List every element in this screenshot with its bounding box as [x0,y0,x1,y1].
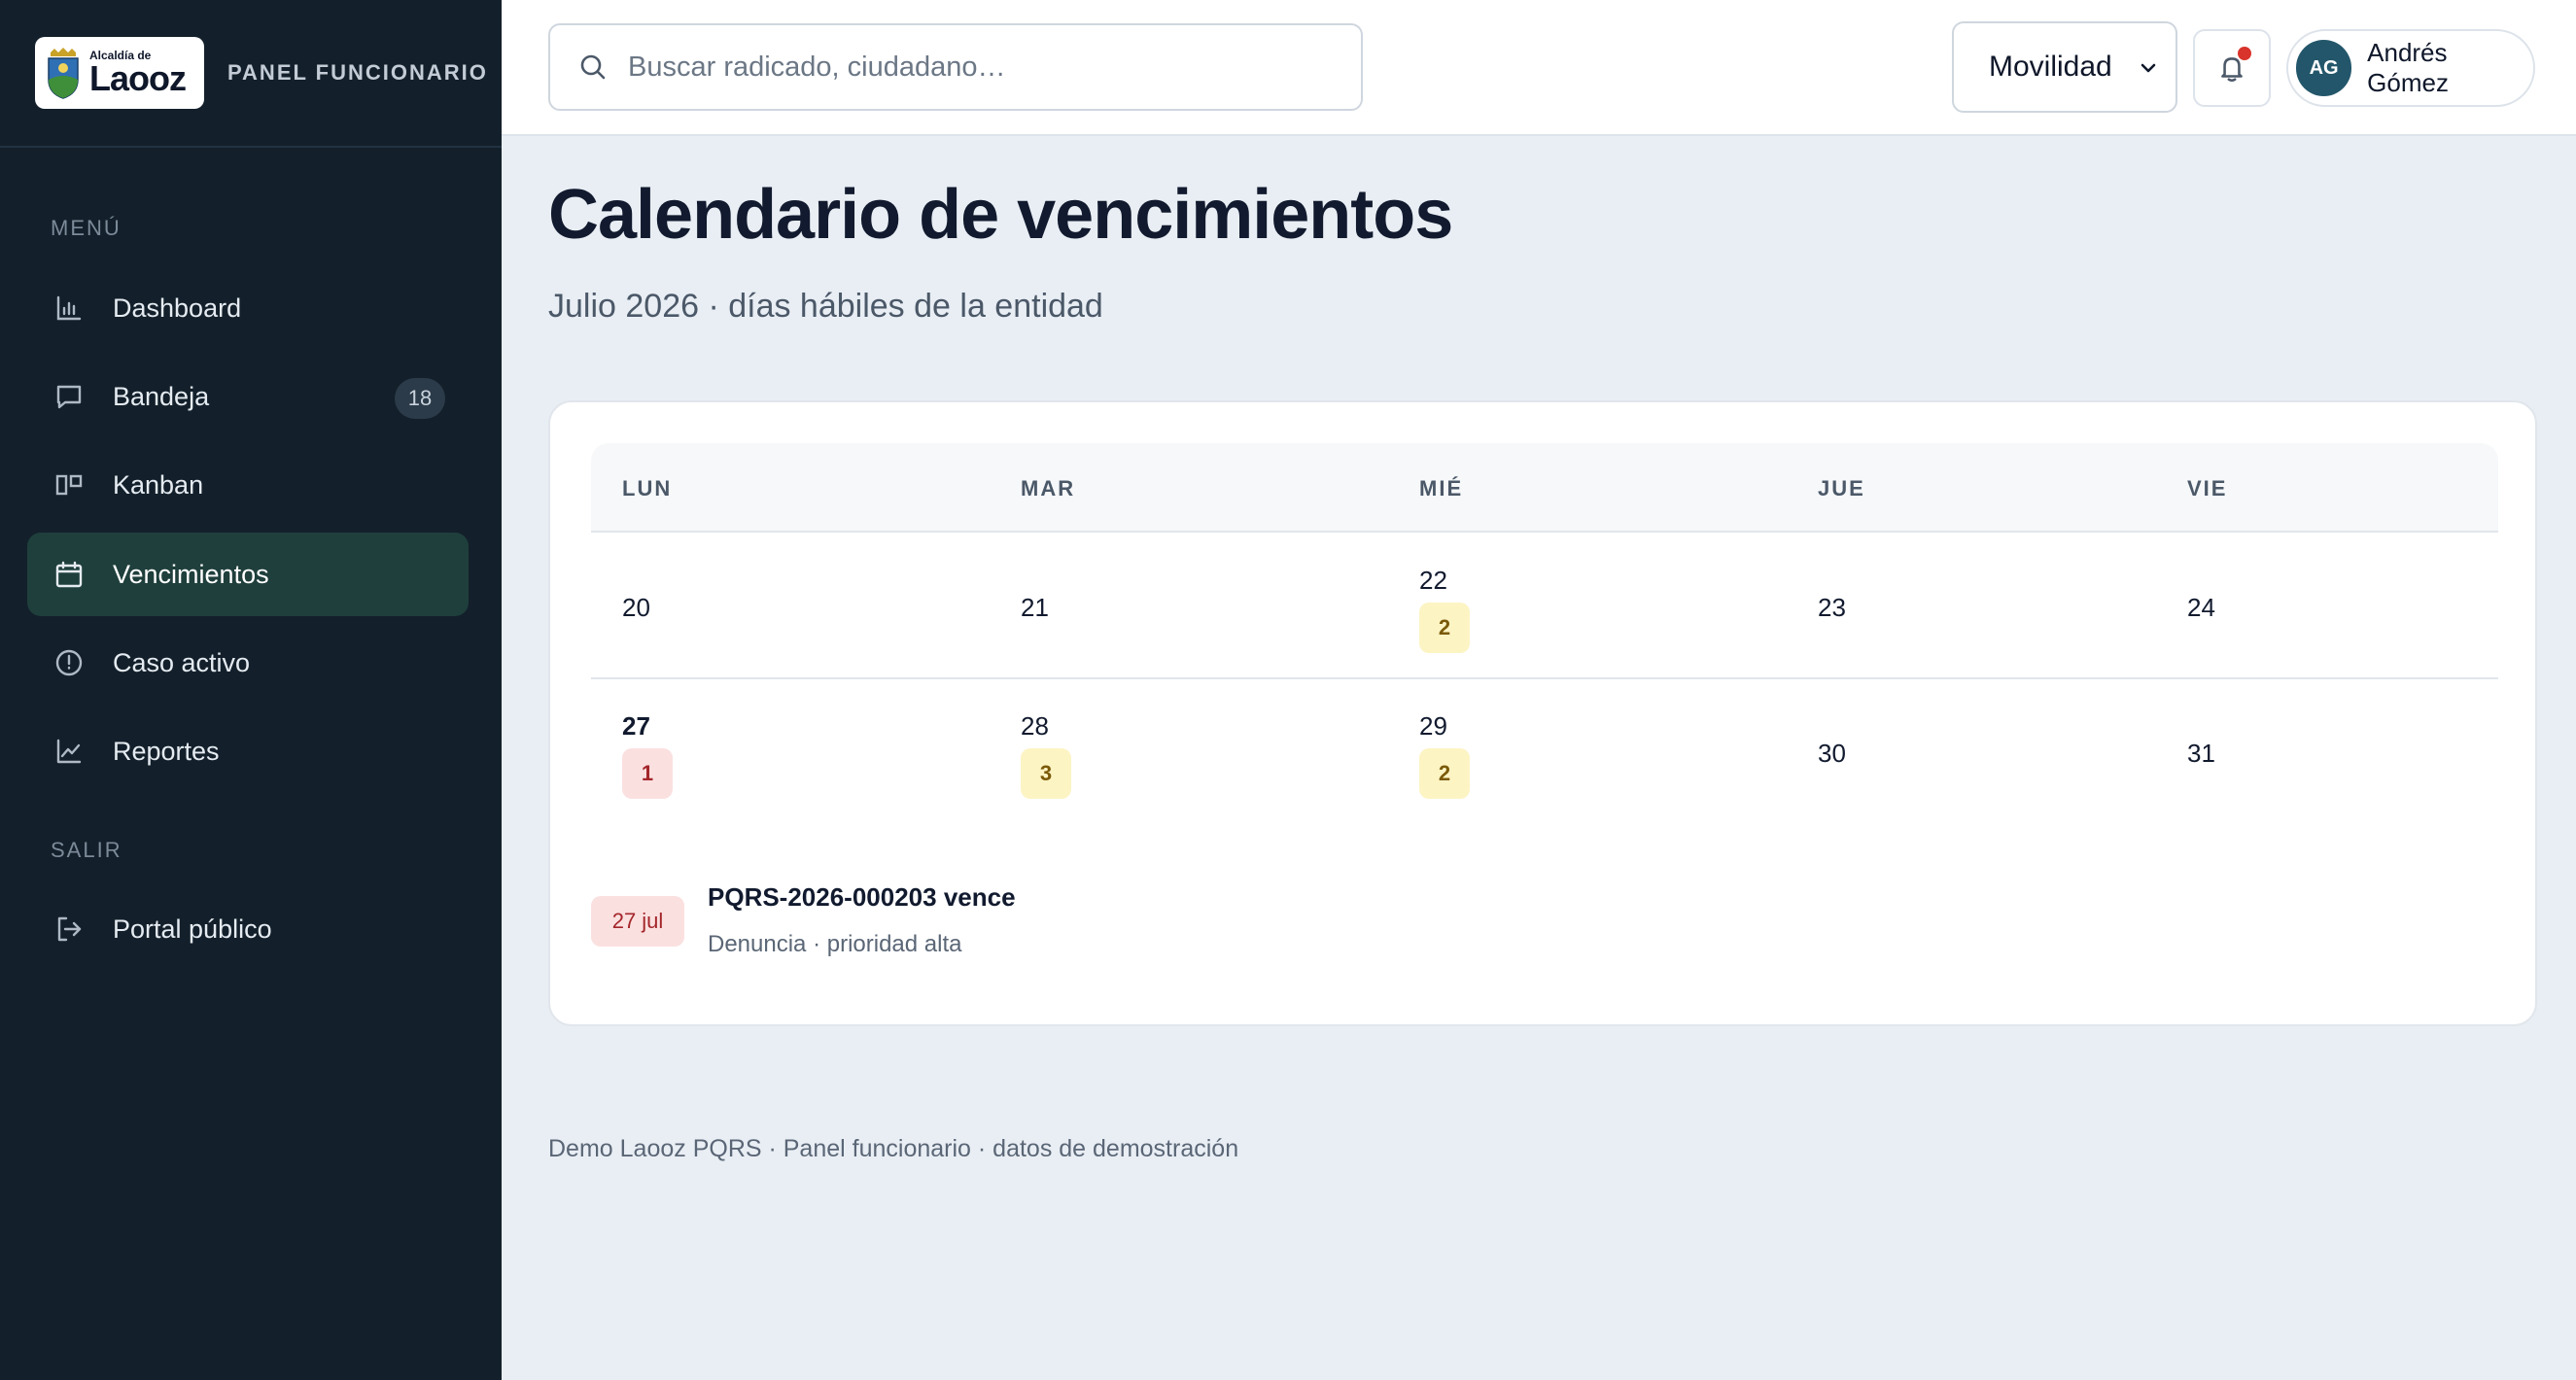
sidebar-item-label: Kanban [113,469,204,500]
avatar: AG [2296,40,2352,96]
day-of-week-header: JUE [1818,476,1865,500]
day-of-week-header: MIÉ [1419,476,1464,500]
sidebar-item-label: Reportes [113,736,220,766]
page-subtitle: Julio 2026 · días hábiles de la entidad [548,288,1103,325]
search-input[interactable] [628,51,1328,84]
bar-chart-icon [52,292,86,325]
user-name: Andrés Gómez [2367,38,2449,97]
inbox-icon [52,380,86,413]
event-subtitle: Denuncia · prioridad alta [708,931,962,957]
crest-icon [48,48,79,99]
sidebar: Alcaldía de Laooz PANEL FUNCIONARIO MENÚ… [0,0,502,1380]
calendar-day[interactable]: 31 [2187,739,2215,769]
calendar-day[interactable]: 21 [1021,593,1049,623]
day-of-week-header: MAR [1021,476,1076,500]
kanban-icon [52,468,86,501]
calendar-day[interactable]: 29 [1419,711,1447,742]
footer-text: Demo Laooz PQRS · Panel funcionario · da… [548,1135,1239,1162]
sidebar-item-label: Caso activo [113,647,251,677]
brand-header: Alcaldía de Laooz PANEL FUNCIONARIO [0,0,502,148]
sidebar-item-reportes[interactable]: Reportes [27,709,469,793]
calendar-day[interactable]: 23 [1818,593,1846,623]
top-bar: Movilidad AG Andrés Gómez [502,0,2576,136]
sidebar-item-vencimientos[interactable]: Vencimientos [27,533,469,616]
notification-dot [2238,47,2251,60]
menu-section-title: MENÚ [51,216,122,240]
calendar-card: LUN MAR MIÉ JUE VIE 20 21 22 2 23 24 27 … [548,400,2537,1026]
sidebar-item-dashboard[interactable]: Dashboard [27,266,469,350]
sidebar-item-label: Portal público [113,914,272,944]
calendar-day[interactable]: 20 [622,593,650,623]
clock-icon [52,646,86,679]
page-title: Calendario de vencimientos [548,176,1453,254]
event-title[interactable]: PQRS-2026-000203 vence [708,882,1016,913]
calendar-day[interactable]: 28 [1021,711,1049,742]
calendar-header: LUN MAR MIÉ JUE VIE [591,443,2498,533]
dependency-select[interactable]: Movilidad [1952,21,2177,113]
week-divider [591,677,2498,679]
calendar-day[interactable]: 22 [1419,566,1447,596]
due-count-chip[interactable]: 2 [1419,603,1470,653]
line-chart-icon [52,735,86,768]
sidebar-item-label: Bandeja [113,381,210,411]
sidebar-item-portal-publico[interactable]: Portal público [27,887,469,971]
panel-label: PANEL FUNCIONARIO [227,60,488,85]
sidebar-item-label: Vencimientos [113,559,269,589]
search-icon [580,54,606,80]
due-count-chip[interactable]: 2 [1419,748,1470,799]
day-of-week-header: VIE [2187,476,2228,500]
calendar-day[interactable]: 30 [1818,739,1846,769]
due-count-chip[interactable]: 3 [1021,748,1071,799]
logo[interactable]: Alcaldía de Laooz [35,37,204,109]
sidebar-item-kanban[interactable]: Kanban [27,443,469,527]
sidebar-item-bandeja[interactable]: Bandeja 18 [27,355,469,438]
sidebar-item-caso-activo[interactable]: Caso activo [27,621,469,705]
chevron-down-icon [2141,63,2156,73]
notifications-button[interactable] [2193,29,2271,107]
logout-icon [52,913,86,946]
calendar-day-today[interactable]: 27 [622,711,650,742]
sidebar-item-label: Dashboard [113,293,242,323]
calendar-day[interactable]: 24 [2187,593,2215,623]
due-count-chip[interactable]: 1 [622,748,673,799]
dependency-select-value: Movilidad [1989,51,2112,83]
exit-section-title: SALIR [51,838,122,862]
user-menu[interactable]: AG Andrés Gómez [2286,29,2535,107]
logo-text: Alcaldía de Laooz [89,50,187,98]
search-box[interactable] [548,23,1363,111]
logo-big-text: Laooz [89,58,187,98]
inbox-count-badge: 18 [395,378,445,419]
event-date-badge: 27 jul [591,896,684,947]
day-of-week-header: LUN [622,476,673,500]
calendar-icon [52,558,86,591]
